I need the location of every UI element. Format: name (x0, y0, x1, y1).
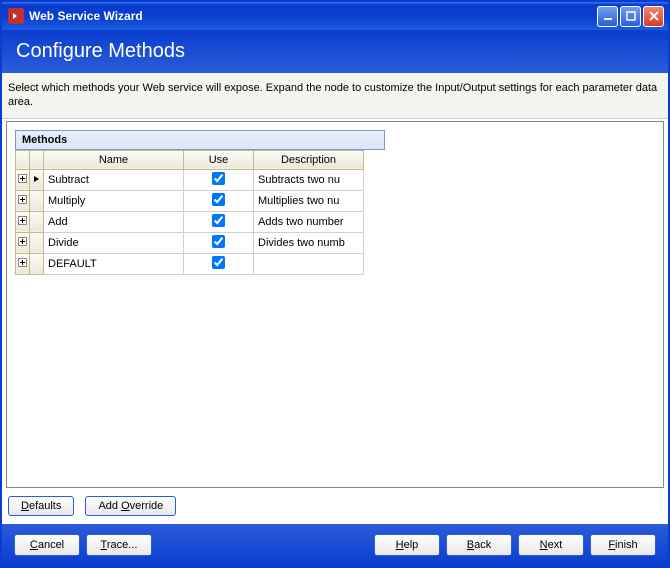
table-row[interactable]: Subtract Subtracts two nu (16, 169, 364, 190)
cancel-button[interactable]: Cancel (14, 534, 80, 556)
cell-use (184, 211, 254, 232)
defaults-button[interactable]: Defaults (8, 496, 74, 516)
methods-grid: Methods Name Use Description SubtractSub… (15, 130, 385, 275)
page-header: Configure Methods (2, 30, 668, 73)
cell-name[interactable]: DEFAULT (44, 253, 184, 274)
expand-icon[interactable] (16, 211, 30, 232)
row-marker (30, 190, 44, 211)
row-marker (30, 169, 44, 190)
use-checkbox[interactable] (212, 172, 225, 185)
expand-header (16, 150, 30, 169)
page-title: Configure Methods (16, 40, 185, 62)
cell-description[interactable]: Divides two numb (254, 232, 364, 253)
cell-use (184, 190, 254, 211)
main-panel: Methods Name Use Description SubtractSub… (6, 121, 664, 488)
panel-buttons: Defaults Add Override (2, 488, 668, 524)
trace-button[interactable]: Trace... (86, 534, 152, 556)
wizard-window: Web Service Wizard Configure Methods Sel… (0, 0, 670, 568)
table-row[interactable]: Divide Divides two numb (16, 232, 364, 253)
rowmarker-header (30, 150, 44, 169)
wizard-footer: Cancel Trace... Help Back Next Finish (2, 524, 668, 566)
use-checkbox[interactable] (212, 193, 225, 206)
expand-icon[interactable] (16, 253, 30, 274)
cell-name[interactable]: Add (44, 211, 184, 232)
cell-use (184, 253, 254, 274)
close-button[interactable] (643, 6, 664, 27)
cell-use (184, 232, 254, 253)
table-row[interactable]: Add Adds two number (16, 211, 364, 232)
methods-table: Name Use Description Subtract Subtracts t… (15, 150, 364, 275)
cell-description[interactable]: Multiplies two nu (254, 190, 364, 211)
row-marker (30, 211, 44, 232)
cell-name[interactable]: Subtract (44, 169, 184, 190)
table-row[interactable]: DEFAULT (16, 253, 364, 274)
grid-title: Methods (15, 130, 385, 150)
minimize-button[interactable] (597, 6, 618, 27)
use-checkbox[interactable] (212, 235, 225, 248)
next-button[interactable]: Next (518, 534, 584, 556)
help-button[interactable]: Help (374, 534, 440, 556)
cell-name[interactable]: Multiply (44, 190, 184, 211)
table-row[interactable]: Multiply Multiplies two nu (16, 190, 364, 211)
maximize-button[interactable] (620, 6, 641, 27)
cell-description[interactable]: Subtracts two nu (254, 169, 364, 190)
window-title: Web Service Wizard (29, 9, 595, 23)
row-marker (30, 253, 44, 274)
app-icon (8, 8, 24, 24)
cell-description[interactable] (254, 253, 364, 274)
column-name[interactable]: Name (44, 150, 184, 169)
cell-use (184, 169, 254, 190)
expand-icon[interactable] (16, 232, 30, 253)
cell-description[interactable]: Adds two number (254, 211, 364, 232)
row-marker (30, 232, 44, 253)
column-description[interactable]: Description (254, 150, 364, 169)
cell-name[interactable]: Divide (44, 232, 184, 253)
expand-icon[interactable] (16, 190, 30, 211)
use-checkbox[interactable] (212, 214, 225, 227)
instruction-text: Select which methods your Web service wi… (2, 73, 668, 119)
finish-button[interactable]: Finish (590, 534, 656, 556)
column-use[interactable]: Use (184, 150, 254, 169)
expand-icon[interactable] (16, 169, 30, 190)
titlebar: Web Service Wizard (2, 2, 668, 30)
add-override-button[interactable]: Add Override (85, 496, 176, 516)
use-checkbox[interactable] (212, 256, 225, 269)
back-button[interactable]: Back (446, 534, 512, 556)
